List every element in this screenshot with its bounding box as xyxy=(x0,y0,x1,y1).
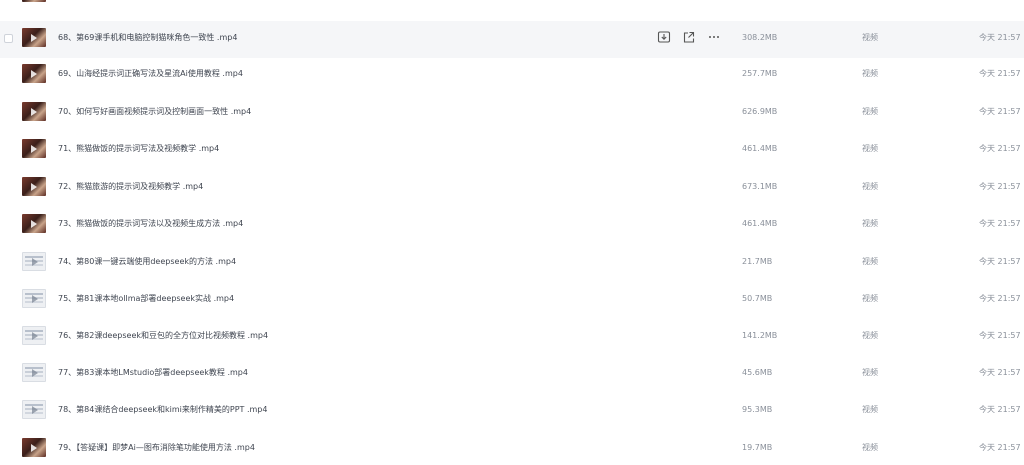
video-thumbnail[interactable] xyxy=(22,214,46,233)
file-size: 50.7MB xyxy=(742,294,773,303)
table-row[interactable]: 77、第83课本地LMstudio部署deepseek教程 .mp4 45.6MB… xyxy=(0,356,1024,393)
file-size: 257.7MB xyxy=(742,69,778,78)
modified-time: 今天 21:57 xyxy=(979,69,1021,78)
video-thumbnail[interactable] xyxy=(22,252,46,271)
video-thumbnail[interactable] xyxy=(22,177,46,196)
video-thumbnail[interactable] xyxy=(22,289,46,308)
file-type: 视频 xyxy=(862,107,878,116)
video-thumbnail[interactable] xyxy=(22,28,46,47)
modified-time: 今天 21:57 xyxy=(979,294,1021,303)
file-name[interactable]: 69、山海经提示词正确写法及星流Ai使用教程 .mp4 xyxy=(58,67,243,81)
video-thumbnail[interactable] xyxy=(22,363,46,382)
video-thumbnail[interactable] xyxy=(22,139,46,158)
file-name[interactable]: 72、熊猫旅游的提示词及视频教学 .mp4 xyxy=(58,180,203,194)
file-size: 461.4MB xyxy=(742,219,778,228)
file-name[interactable]: 73、熊猫做饭的提示词写法以及视频生成方法 .mp4 xyxy=(58,217,243,231)
file-type: 视频 xyxy=(862,69,878,78)
file-name[interactable]: 78、第84课结合deepseek和kimi来制作精美的PPT .mp4 xyxy=(58,403,267,417)
video-thumbnail[interactable] xyxy=(22,102,46,121)
file-name[interactable]: 70、如何写好画面视频提示词及控制画面一致性 .mp4 xyxy=(58,105,251,119)
file-list: 67、第68课国风漫剧猫小说 .mp411.6MB视频今天 21:5768、第6… xyxy=(0,0,1024,465)
modified-time: 今天 21:57 xyxy=(979,405,1021,414)
file-name[interactable]: 68、第69课手机和电脑控制猫咪角色一致性 .mp4 xyxy=(58,31,237,45)
download-icon[interactable] xyxy=(657,29,671,45)
file-type: 视频 xyxy=(862,368,878,377)
file-type: 视频 xyxy=(862,144,878,153)
modified-time: 今天 21:57 xyxy=(979,107,1021,116)
file-name[interactable]: 71、熊猫做饭的提示词写法及视频教学 .mp4 xyxy=(58,142,219,156)
file-size: 626.9MB xyxy=(742,107,778,116)
table-row[interactable]: 75、第81课本地ollma部署deepseek实战 .mp4 50.7MB 视频 今… xyxy=(0,282,1024,319)
modified-time: 今天 21:57 xyxy=(979,33,1021,42)
modified-time: 今天 21:57 xyxy=(979,144,1021,153)
table-row[interactable]: 72、熊猫旅游的提示词及视频教学 .mp4 673.1MB 视频 今天 21:57 xyxy=(0,170,1024,207)
video-thumbnail[interactable] xyxy=(22,438,46,457)
table-row[interactable]: 78、第84课结合deepseek和kimi来制作精美的PPT .mp4 95.3… xyxy=(0,393,1024,430)
file-type: 视频 xyxy=(862,331,878,340)
table-row[interactable]: 74、第80课一键云端使用deepseek的方法 .mp4 21.7MB 视频 今天 … xyxy=(0,245,1024,282)
file-size: 45.6MB xyxy=(742,368,773,377)
video-thumbnail[interactable] xyxy=(22,0,46,2)
file-type: 视频 xyxy=(862,182,878,191)
file-type: 视频 xyxy=(862,257,878,266)
file-name[interactable]: 75、第81课本地ollma部署deepseek实战 .mp4 xyxy=(58,292,234,306)
share-icon[interactable] xyxy=(682,29,696,45)
table-row[interactable]: 69、山海经提示词正确写法及星流Ai使用教程 .mp4 257.7MB 视频 今天 2… xyxy=(0,57,1024,94)
file-size: 95.3MB xyxy=(742,405,773,414)
table-row[interactable]: 68、第69课手机和电脑控制猫咪角色一致性 .mp4 308.2MB 视频 今天 21… xyxy=(0,21,1024,58)
modified-time: 今天 21:57 xyxy=(979,219,1021,228)
file-size: 21.7MB xyxy=(742,257,773,266)
file-size: 308.2MB xyxy=(742,33,778,42)
file-name[interactable]: 79、【答疑课】即梦Ai—图布消除笔功能使用方法 .mp4 xyxy=(58,441,255,455)
modified-time: 今天 21:57 xyxy=(979,443,1021,452)
table-row[interactable]: 71、熊猫做饭的提示词写法及视频教学 .mp4 461.4MB 视频 今天 21:57 xyxy=(0,132,1024,169)
file-size: 673.1MB xyxy=(742,182,778,191)
modified-time: 今天 21:57 xyxy=(979,182,1021,191)
file-type: 视频 xyxy=(862,443,878,452)
table-row[interactable]: 76、第82课deepseek和豆包的全方位对比视频教程 .mp4 141.2MB… xyxy=(0,319,1024,356)
more-icon[interactable] xyxy=(707,29,721,45)
file-type: 视频 xyxy=(862,294,878,303)
file-name[interactable]: 76、第82课deepseek和豆包的全方位对比视频教程 .mp4 xyxy=(58,329,268,343)
file-name[interactable]: 77、第83课本地LMstudio部署deepseek教程 .mp4 xyxy=(58,366,248,380)
modified-time: 今天 21:57 xyxy=(979,331,1021,340)
table-row[interactable]: 70、如何写好画面视频提示词及控制画面一致性 .mp4 626.9MB 视频 今天 2… xyxy=(0,95,1024,132)
file-type: 视频 xyxy=(862,405,878,414)
row-checkbox[interactable] xyxy=(4,34,13,43)
file-size: 141.2MB xyxy=(742,331,778,340)
modified-time: 今天 21:57 xyxy=(979,257,1021,266)
file-size: 461.4MB xyxy=(742,144,778,153)
file-name[interactable]: 74、第80课一键云端使用deepseek的方法 .mp4 xyxy=(58,255,236,269)
file-size: 19.7MB xyxy=(742,443,773,452)
video-thumbnail[interactable] xyxy=(22,400,46,419)
table-row[interactable]: 73、熊猫做饭的提示词写法以及视频生成方法 .mp4 461.4MB 视频 今天 21… xyxy=(0,207,1024,244)
video-thumbnail[interactable] xyxy=(22,326,46,345)
file-type: 视频 xyxy=(862,219,878,228)
modified-time: 今天 21:57 xyxy=(979,368,1021,377)
table-row[interactable]: 79、【答疑课】即梦Ai—图布消除笔功能使用方法 .mp4 19.7MB 视频 今天 … xyxy=(0,431,1024,465)
file-type: 视频 xyxy=(862,33,878,42)
video-thumbnail[interactable] xyxy=(22,64,46,83)
